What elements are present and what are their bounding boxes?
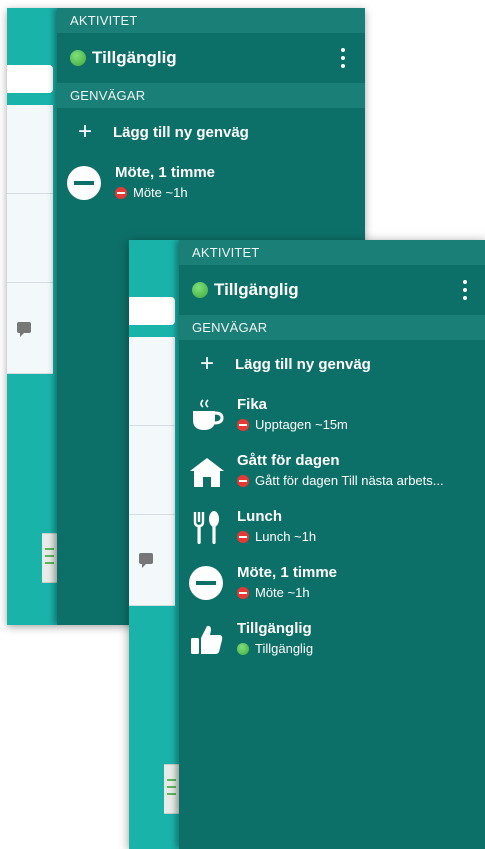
shortcut-subtitle: Gått för dagen Till nästa arbets... xyxy=(237,473,444,488)
shortcut-subtitle-text: Möte ~1h xyxy=(133,185,188,200)
shortcut-subtitle: Möte ~1h xyxy=(115,185,188,200)
no-entry-icon xyxy=(237,474,249,487)
chat-icon[interactable] xyxy=(17,322,31,337)
shortcut-item-fika[interactable]: Fika Upptagen ~15m xyxy=(179,388,485,444)
background-tab[interactable] xyxy=(7,65,53,93)
shortcut-subtitle-text: Lunch ~1h xyxy=(255,529,317,544)
minus-circle-icon xyxy=(67,166,103,202)
background-card[interactable] xyxy=(7,105,53,194)
more-options-icon[interactable] xyxy=(341,48,345,72)
add-shortcut-label: Lägg till ny genväg xyxy=(235,355,371,373)
status-label: Tillgänglig xyxy=(214,280,299,299)
plus-icon: + xyxy=(77,118,92,145)
front-screen: AKTIVITET Tillgänglig GENVÄGAR + Lägg ti… xyxy=(129,240,485,849)
minus-circle-icon xyxy=(189,566,225,602)
add-shortcut-label: Lägg till ny genväg xyxy=(113,123,249,141)
shortcut-item-available[interactable]: Tillgänglig Tillgänglig xyxy=(179,612,485,668)
current-status[interactable]: Tillgänglig xyxy=(57,33,365,83)
activity-header: AKTIVITET xyxy=(57,8,365,33)
shortcuts-header: GENVÄGAR xyxy=(57,83,365,108)
shortcut-item-meeting[interactable]: Möte, 1 timme Möte ~1h xyxy=(179,556,485,612)
shortcuts-header: GENVÄGAR xyxy=(179,315,485,340)
green-dot-icon xyxy=(237,642,249,655)
chat-icon[interactable] xyxy=(139,553,153,568)
status-drawer: AKTIVITET Tillgänglig GENVÄGAR + Lägg ti… xyxy=(179,240,485,849)
shortcut-title: Tillgänglig xyxy=(237,620,312,637)
no-entry-icon xyxy=(115,186,127,199)
more-options-icon[interactable] xyxy=(463,280,467,304)
status-label: Tillgänglig xyxy=(92,48,177,67)
no-entry-icon xyxy=(237,530,249,543)
shortcut-title: Lunch xyxy=(237,508,282,525)
current-status[interactable]: Tillgänglig xyxy=(179,265,485,315)
shortcut-subtitle: Tillgänglig xyxy=(237,641,313,656)
shortcut-title: Fika xyxy=(237,396,268,413)
coffee-cup-icon xyxy=(189,398,225,434)
background-card[interactable] xyxy=(129,426,175,515)
shortcut-subtitle: Upptagen ~15m xyxy=(237,417,348,432)
shortcut-subtitle-text: Upptagen ~15m xyxy=(255,417,348,432)
background-card[interactable] xyxy=(129,337,175,426)
shortcut-title: Gått för dagen xyxy=(237,452,340,469)
green-dot-icon xyxy=(192,282,208,298)
shortcut-title: Möte, 1 timme xyxy=(237,564,338,581)
shortcut-subtitle: Möte ~1h xyxy=(237,585,310,600)
shortcut-subtitle-text: Möte ~1h xyxy=(255,585,310,600)
shortcut-item-lunch[interactable]: Lunch Lunch ~1h xyxy=(179,500,485,556)
green-dot-icon xyxy=(70,50,86,66)
shortcut-subtitle: Lunch ~1h xyxy=(237,529,316,544)
add-shortcut-button[interactable]: + Lägg till ny genväg xyxy=(57,108,365,156)
background-app-strip xyxy=(129,240,181,849)
plus-icon: + xyxy=(199,350,214,377)
shortcut-item[interactable]: Möte, 1 timme Möte ~1h xyxy=(57,156,365,212)
fork-spoon-icon xyxy=(189,510,225,546)
shortcut-item-gone-for-day[interactable]: Gått för dagen Gått för dagen Till nästa… xyxy=(179,444,485,500)
shortcut-subtitle-text: Gått för dagen Till nästa arbets... xyxy=(255,473,444,488)
background-card[interactable] xyxy=(7,194,53,283)
activity-header: AKTIVITET xyxy=(179,240,485,265)
no-entry-icon xyxy=(237,586,249,599)
add-shortcut-button[interactable]: + Lägg till ny genväg xyxy=(179,340,485,388)
background-tab[interactable] xyxy=(129,297,175,325)
house-icon xyxy=(189,454,225,490)
shortcut-subtitle-text: Tillgänglig xyxy=(255,641,314,656)
shortcut-title: Möte, 1 timme xyxy=(115,164,216,181)
background-app-strip xyxy=(7,8,59,625)
thumbs-up-icon xyxy=(189,622,225,658)
no-entry-icon xyxy=(237,418,249,431)
